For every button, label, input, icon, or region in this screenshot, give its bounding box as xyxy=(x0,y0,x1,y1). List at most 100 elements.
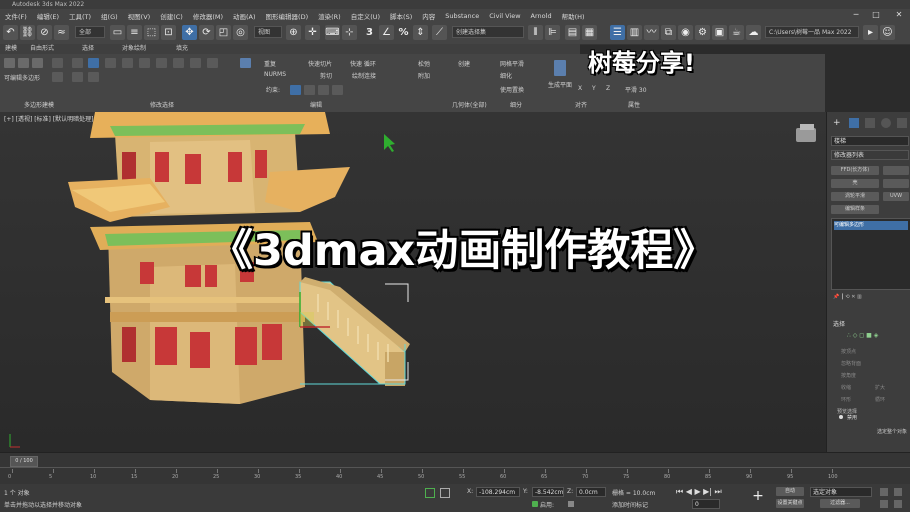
maximize-viewport-icon[interactable] xyxy=(894,500,902,508)
render-teapot-icon[interactable]: ☕ xyxy=(729,25,744,40)
rect-selection-icon[interactable]: ⬚ xyxy=(144,25,159,40)
maximize-button[interactable]: □ xyxy=(870,10,882,20)
selection-filter-dropdown[interactable]: 全部 xyxy=(75,26,105,38)
attach-button[interactable]: 附加 xyxy=(418,71,430,80)
set-key-plus-icon[interactable]: + xyxy=(750,488,766,504)
key-filters-button[interactable]: 过滤器... xyxy=(820,499,860,508)
edit-icon[interactable] xyxy=(240,58,251,68)
nurms-button[interactable]: NURMS xyxy=(264,71,286,78)
rendered-frame-icon[interactable]: ▣ xyxy=(712,25,727,40)
quick-loop-button[interactable]: 快速 循环 xyxy=(350,59,376,68)
select-and-scale-icon[interactable]: ◰ xyxy=(216,25,231,40)
spinner-snap-icon[interactable]: ⇕ xyxy=(413,25,428,40)
pivot-center-icon[interactable]: ⊕ xyxy=(286,25,301,40)
select-place-icon[interactable]: ◎ xyxy=(233,25,248,40)
border-mode-icon[interactable] xyxy=(32,58,43,68)
abs-relative-toggle-icon[interactable] xyxy=(440,488,450,498)
orbit-icon[interactable] xyxy=(880,488,888,496)
percent-snap-icon[interactable]: % xyxy=(396,25,411,40)
menu-item-15[interactable]: Arnold xyxy=(526,12,557,20)
mod-sel-icon-c[interactable] xyxy=(139,58,150,68)
modify-tab-icon[interactable] xyxy=(849,118,859,128)
named-selection-sets-dropdown[interactable]: 创建选择集 xyxy=(452,26,524,38)
modifier-list-dropdown[interactable]: 修改器列表 xyxy=(831,150,909,160)
undo-icon[interactable]: ↶ xyxy=(3,25,18,40)
menu-item-16[interactable]: 帮助(H) xyxy=(557,11,590,21)
modify-selection-group[interactable]: 修改选择 xyxy=(150,100,174,109)
menu-item-5[interactable]: 创建(C) xyxy=(155,11,188,21)
turbosmooth-button[interactable]: 涡轮平滑 xyxy=(831,192,879,201)
constrain-edge-icon[interactable] xyxy=(304,85,315,95)
modifier-stack[interactable]: 可编辑多边形 xyxy=(831,218,910,290)
x-coordinate-field[interactable]: -108.294cm xyxy=(476,487,520,497)
menu-item-9[interactable]: 渲染(R) xyxy=(313,11,346,21)
add-time-tag[interactable]: 添加时间标记 xyxy=(612,500,648,509)
option-loop[interactable]: 循环 xyxy=(875,396,885,403)
object-name-field[interactable]: 楼梯 xyxy=(831,136,909,146)
edit-named-selection-icon[interactable]: ⟋ xyxy=(432,25,447,40)
uvw-button[interactable]: UVW xyxy=(883,192,909,201)
geometry-group[interactable]: 几何体(全部) xyxy=(452,100,487,109)
hierarchy-tab-icon[interactable] xyxy=(865,118,875,128)
shell-button[interactable]: 壳 xyxy=(831,179,879,188)
toggle-ribbon-icon[interactable]: ▦ xyxy=(582,25,597,40)
paint-connect-button[interactable]: 绘制连接 xyxy=(352,71,376,80)
reference-coord-dropdown[interactable]: 视图 xyxy=(254,26,282,38)
render-setup-icon[interactable]: ⚙ xyxy=(695,25,710,40)
ffd-box-button[interactable]: FFD(长方体) xyxy=(831,166,879,175)
selected-objects-dropdown[interactable]: 选定对象 xyxy=(810,487,872,497)
poly-modeling-group[interactable]: 多边形建模 xyxy=(24,100,54,109)
stack-item-editable-poly[interactable]: 可编辑多边形 xyxy=(834,221,908,230)
menu-item-7[interactable]: 动画(A) xyxy=(228,11,261,21)
option-by-vertex[interactable]: 按顶点 xyxy=(841,348,856,355)
constrain-face-icon[interactable] xyxy=(318,85,329,95)
auto-key-button[interactable]: 自动 xyxy=(776,487,804,496)
create-tab-icon[interactable]: + xyxy=(833,118,843,128)
current-frame-field[interactable]: 0 xyxy=(692,499,720,509)
pan-icon[interactable] xyxy=(894,488,902,496)
polygon-mode-icon[interactable] xyxy=(52,58,63,68)
grow-icon[interactable] xyxy=(72,58,83,68)
option-ring[interactable]: 环形 xyxy=(841,396,851,403)
mod-sel-icon-f[interactable] xyxy=(190,58,201,68)
loop-select-icon[interactable] xyxy=(88,72,99,82)
window-crossing-icon[interactable]: ⊡ xyxy=(161,25,176,40)
menu-item-4[interactable]: 视图(V) xyxy=(123,11,156,21)
mod-sel-icon-g[interactable] xyxy=(207,58,218,68)
align-y-button[interactable]: Y xyxy=(592,85,596,92)
tab-populate[interactable]: 填充 xyxy=(176,44,188,54)
properties-group[interactable]: 属性 xyxy=(628,100,640,109)
selection-rollout[interactable]: 选择 xyxy=(833,319,845,328)
relax-button[interactable]: 松弛 xyxy=(418,59,430,68)
tab-modeling[interactable]: 建模 xyxy=(5,44,17,54)
select-and-rotate-icon[interactable]: ⟳ xyxy=(199,25,214,40)
playback-controls[interactable]: ⏮ ◀ ▶ ▶| ⏭ xyxy=(676,487,744,497)
viewport-label[interactable]: [+] [透视] [标准] [默认明暗处理] xyxy=(4,114,93,123)
option-ignore-backfacing[interactable]: 忽略背面 xyxy=(841,360,861,367)
editable-poly-label[interactable]: 可编辑多边形 xyxy=(4,73,40,82)
mod-sel-icon-e[interactable] xyxy=(173,58,184,68)
mod-sel-icon-b[interactable] xyxy=(122,58,133,68)
align-x-button[interactable]: X xyxy=(578,85,582,92)
ring-select-icon[interactable] xyxy=(88,58,99,68)
menu-item-1[interactable]: 编辑(E) xyxy=(32,11,64,21)
preview-disabled-radio[interactable] xyxy=(839,415,843,419)
meshsmooth-button[interactable]: 网格平滑 xyxy=(500,59,524,68)
angle-snap-icon[interactable]: ∠ xyxy=(379,25,394,40)
menu-item-14[interactable]: Civil View xyxy=(484,12,525,20)
quick-slice-button[interactable]: 快速切片 xyxy=(308,59,332,68)
element-mode-icon[interactable] xyxy=(52,72,63,82)
mod-sel-icon-d[interactable] xyxy=(156,58,167,68)
generate-plane-icon[interactable] xyxy=(554,60,566,76)
time-tag-toggle-icon[interactable] xyxy=(568,501,574,507)
project-path-dropdown[interactable]: C:\Users\树莓一品 Max 2022 xyxy=(765,26,859,38)
sub-object-icons[interactable]: ∴ ◇ ◻ ■ ◈ xyxy=(847,332,907,342)
shrink-icon[interactable] xyxy=(72,72,83,82)
set-key-button[interactable]: 设置关键点 xyxy=(776,499,804,508)
option-grow[interactable]: 扩大 xyxy=(875,384,885,391)
menu-item-8[interactable]: 图形编辑器(D) xyxy=(261,11,314,21)
menu-item-0[interactable]: 文件(F) xyxy=(0,11,32,21)
modifier-button-2[interactable] xyxy=(883,166,909,175)
create-button[interactable]: 创建 xyxy=(458,59,470,68)
material-editor-icon[interactable]: ◉ xyxy=(678,25,693,40)
